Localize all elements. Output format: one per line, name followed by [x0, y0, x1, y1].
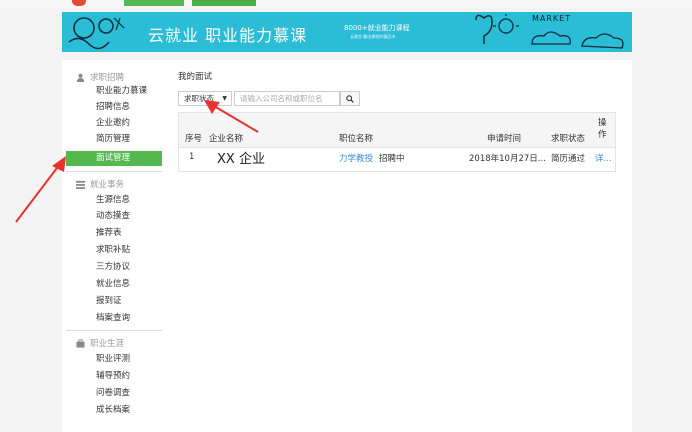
- site-logo[interactable]: [72, 0, 86, 6]
- search-input[interactable]: 请输入公司名称或职位名: [234, 91, 340, 106]
- sidebar: 求职招聘 职业能力慕课 招聘信息 企业邀约 简历管理 面试管理 就业事务 生源信…: [62, 60, 164, 432]
- sidebar-group-title: 就业事务: [90, 180, 125, 190]
- sidebar-item[interactable]: 成长档案: [96, 403, 130, 418]
- interview-table: 序号 企业名称 职位名称 申请时间 求职状态 操作 1 XX 企业 力学教授 招…: [178, 112, 616, 172]
- applied-date: 2018年10月27日...: [469, 154, 546, 164]
- column-header: 职位名称: [339, 134, 374, 144]
- sidebar-item[interactable]: 生源信息: [96, 193, 130, 208]
- banner-subtitle-small: 云就业 翻出课程的精品市: [350, 34, 396, 39]
- sidebar-group-title: 职业生涯: [90, 339, 125, 349]
- column-header: 操作: [598, 118, 607, 140]
- sidebar-item[interactable]: 动态摸查: [96, 209, 130, 224]
- top-strip: [0, 0, 692, 8]
- list-icon: [76, 180, 85, 189]
- annotation-arrow-left: [15, 156, 66, 223]
- sidebar-group-header: 就业事务: [76, 177, 124, 191]
- sidebar-item-active[interactable]: 面试管理: [66, 151, 162, 166]
- briefcase-icon: [76, 338, 85, 348]
- sidebar-divider: [66, 330, 162, 331]
- status-filter-select[interactable]: 求职状态 ▼: [178, 91, 232, 106]
- banner-market-text: MARKET: [532, 14, 572, 23]
- sidebar-item[interactable]: 企业邀约: [96, 116, 130, 131]
- column-header: 申请时间: [487, 134, 522, 144]
- sidebar-group-header: 职业生涯: [76, 336, 124, 350]
- sidebar-item[interactable]: 求职补贴: [96, 243, 130, 258]
- table-header: 序号 企业名称 职位名称 申请时间 求职状态 操作: [179, 113, 615, 148]
- search-button[interactable]: [340, 91, 360, 106]
- banner-lightbulb-icon: [475, 14, 519, 44]
- status-filter-value: 求职状态: [184, 94, 214, 103]
- column-header: 求职状态: [551, 134, 586, 144]
- sidebar-item[interactable]: 问卷调查: [96, 386, 130, 401]
- chevron-down-icon: ▼: [222, 95, 227, 102]
- page-title: 我的面试: [178, 72, 213, 82]
- column-header: 企业名称: [209, 134, 244, 144]
- position-status: 招聘中: [379, 154, 405, 164]
- sidebar-item[interactable]: 辅导预约: [96, 369, 130, 384]
- top-nav-button[interactable]: [192, 0, 256, 6]
- sidebar-item[interactable]: 就业信息: [96, 277, 130, 292]
- sidebar-group-header: 求职招聘: [76, 70, 124, 84]
- sidebar-item[interactable]: 推荐表: [96, 226, 122, 241]
- sidebar-item[interactable]: 职业能力慕课: [96, 84, 147, 99]
- sidebar-item[interactable]: 档案查询: [96, 311, 130, 326]
- banner-subtitle: 8000+就业能力课程: [344, 24, 410, 32]
- banner-doodle-icon: [68, 17, 125, 50]
- details-link[interactable]: 详...: [595, 152, 612, 164]
- row-index: 1: [189, 152, 195, 162]
- top-nav-button[interactable]: [124, 0, 184, 6]
- sidebar-item[interactable]: 报到证: [96, 294, 122, 309]
- sidebar-item[interactable]: 三方协议: [96, 260, 130, 275]
- application-status: 简历通过: [551, 154, 586, 164]
- main-panel: 求职招聘 职业能力慕课 招聘信息 企业邀约 简历管理 面试管理 就业事务 生源信…: [62, 60, 632, 432]
- content-area: 我的面试 求职状态 ▼ 请输入公司名称或职位名 序号 企业名称 职位名称 申请时…: [176, 60, 616, 432]
- sidebar-item[interactable]: 简历管理: [96, 132, 130, 147]
- sidebar-item[interactable]: 招聘信息: [96, 100, 130, 115]
- table-row[interactable]: 1 XX 企业 力学教授 招聘中 2018年10月27日... 简历通过 详..…: [179, 147, 615, 169]
- banner-title: 云就业 职业能力慕课: [148, 26, 308, 45]
- sidebar-divider: [66, 171, 162, 172]
- search-icon: [346, 94, 354, 103]
- banner-cloud-icon: [531, 31, 624, 49]
- sidebar-item[interactable]: 职业评测: [96, 352, 130, 367]
- position-link[interactable]: 力学教授: [339, 152, 373, 164]
- company-name: XX 企业: [217, 152, 265, 167]
- banner: 云就业 职业能力慕课 8000+就业能力课程 云就业 翻出课程的精品市 MARK…: [62, 12, 632, 52]
- column-header: 序号: [185, 134, 203, 144]
- sidebar-group-title: 求职招聘: [90, 73, 125, 83]
- user-icon: [76, 73, 85, 82]
